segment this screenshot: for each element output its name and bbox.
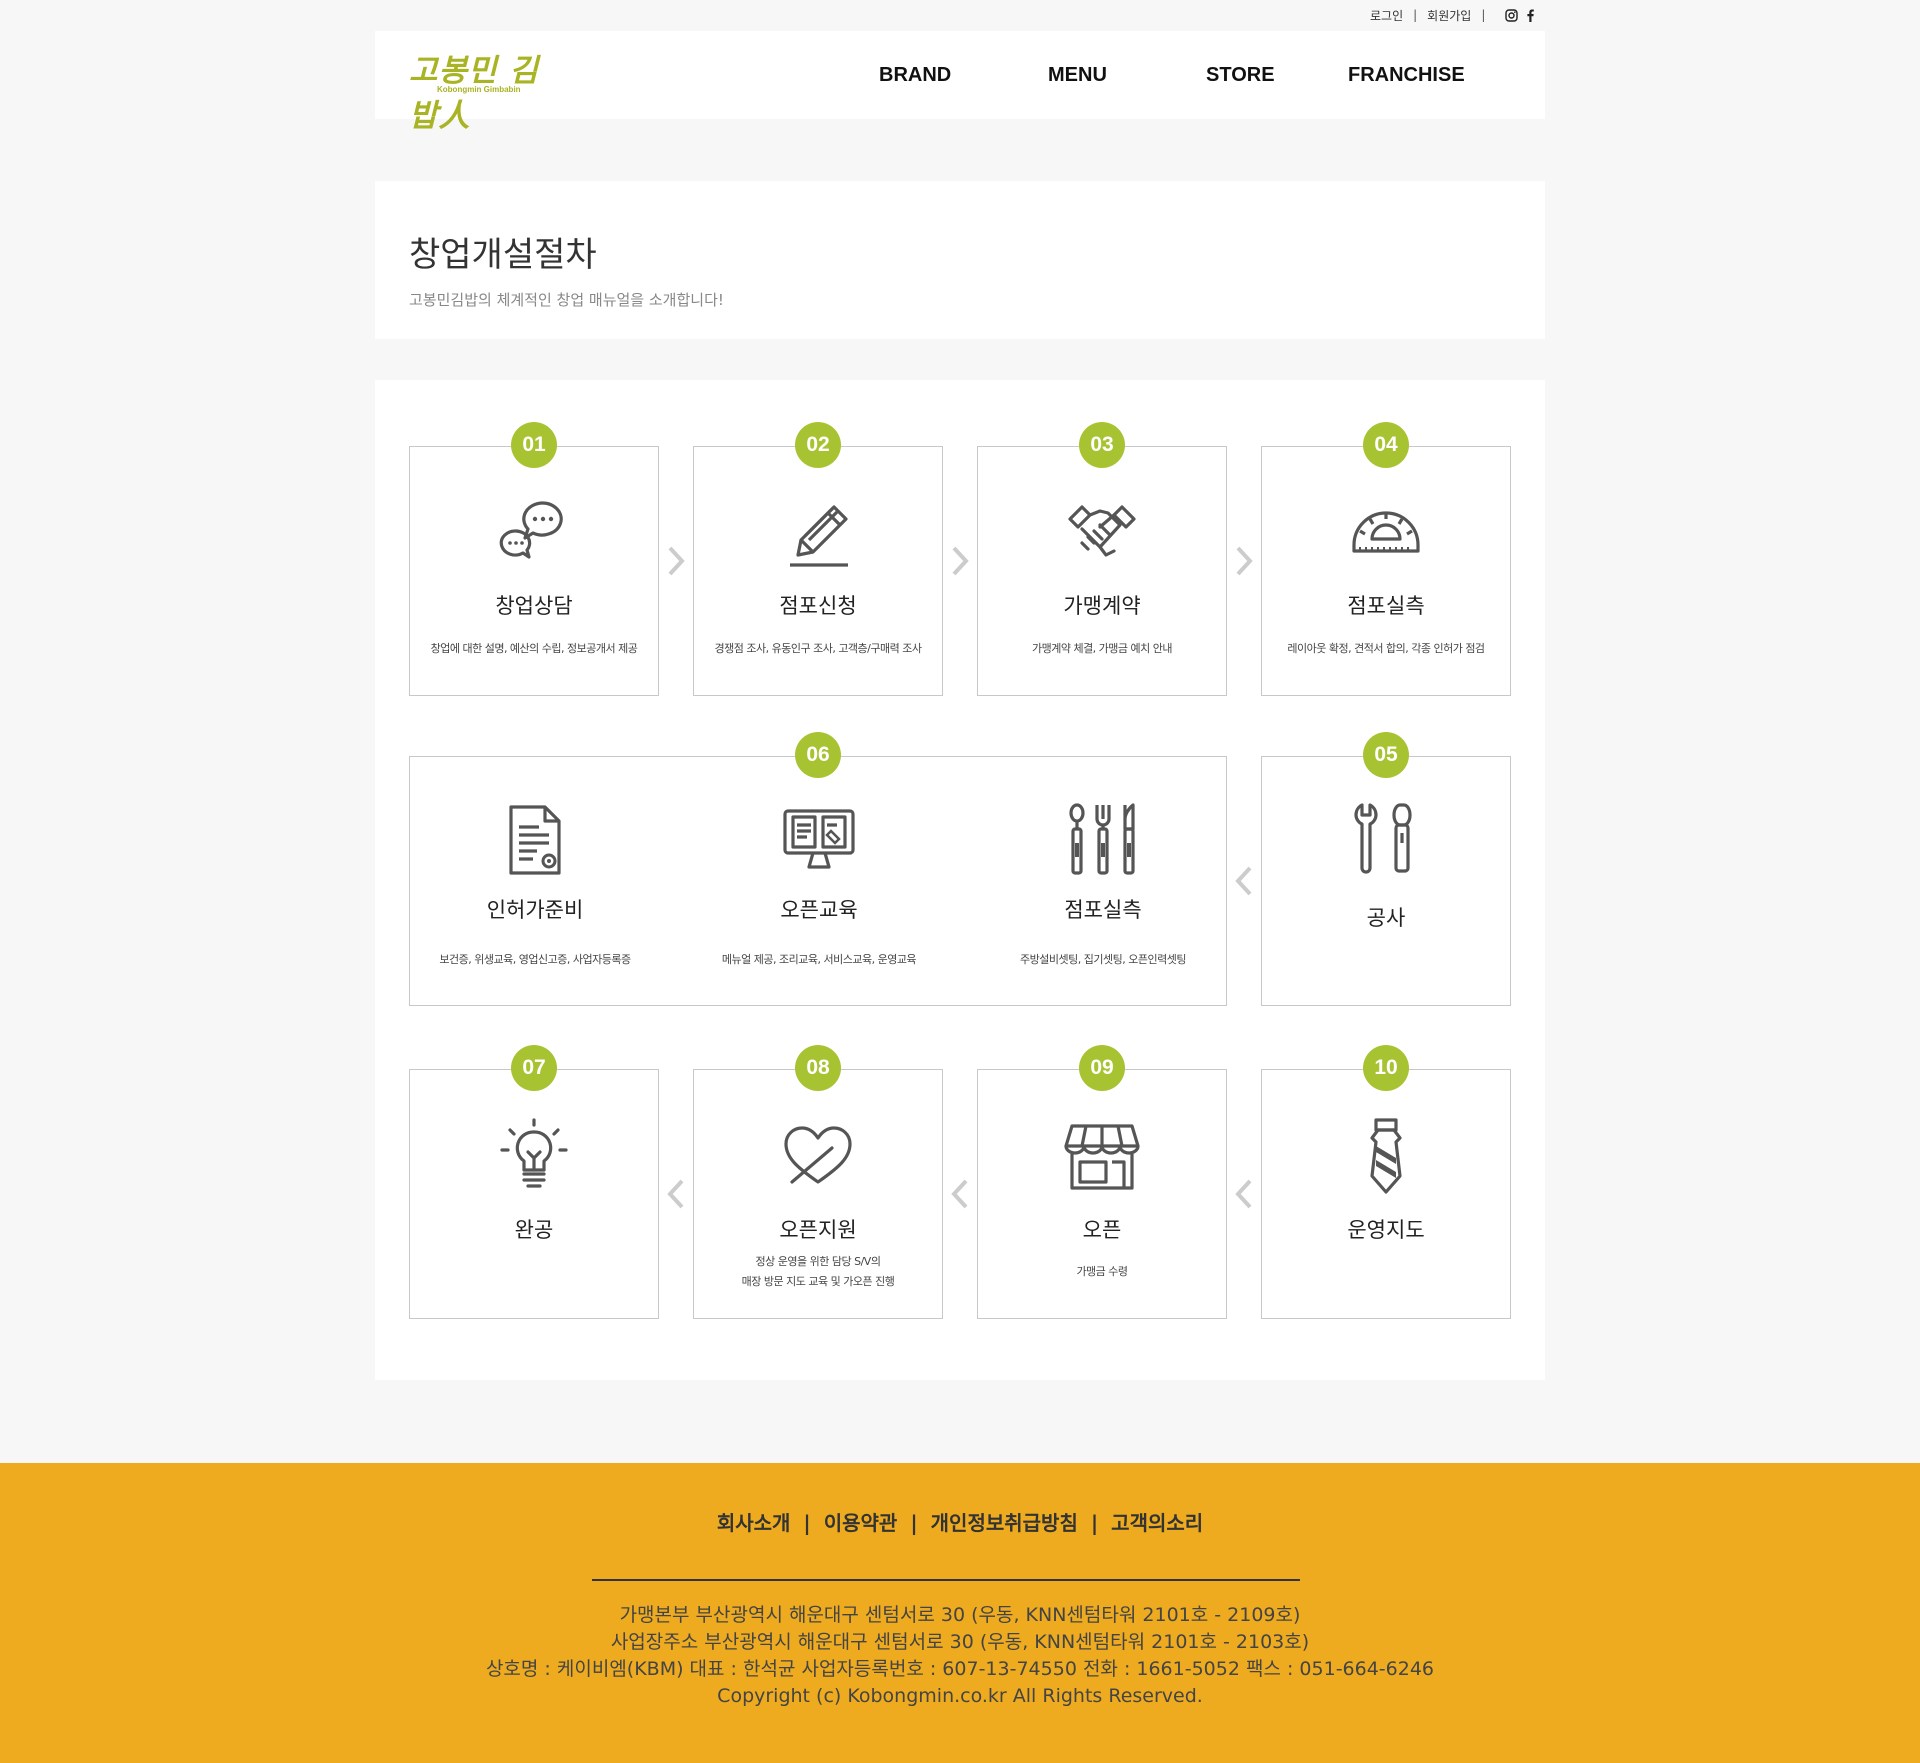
step-description: 경쟁점 조사, 유동인구 조사, 고객층/구매력 조사 [714,642,922,655]
site-footer: 회사소개 | 이용약관 | 개인정보취급방침 | 고객의소리 가맹본부 부산광역시 해운대구… [0,1463,1920,1763]
protractor-icon [1352,511,1420,553]
manual-screen-icon [783,809,855,869]
pencil-icon [790,505,848,567]
footer-link-terms[interactable]: 이용약관 [824,1511,898,1535]
page-subtitle: 고봉민김밥의 체계적인 창업 매뉴얼을 소개합니다! [409,291,724,309]
chat-bubbles-icon [499,501,563,559]
step-description: 매장 방문 지도 교육 및 가오픈 진행 [741,1275,895,1288]
storefront-icon [1064,1124,1140,1190]
chevron-left-icon [951,1179,968,1209]
step-description: 창업에 대한 설명, 예산의 수립, 정보공개서 제공 [430,642,638,655]
logo-english: Kobongmin Gimbabin [437,85,521,94]
step-description: 가맹금 수령 [1076,1265,1128,1278]
step-title: 창업상담 [495,594,573,618]
step-title: 오픈 [1082,1218,1122,1242]
kitchen-utensils-icon [1069,803,1135,875]
document-gear-icon [509,805,561,875]
facebook-icon[interactable] [1526,9,1535,22]
step-card-07: 완공 [409,1069,659,1319]
footer-business-address: 사업장주소 부산광역시 해운대구 센텀서로 30 (우동, KNN센텀타워 21… [610,1631,1310,1653]
site-header: 고봉민 김밥人 Kobongmin Gimbabin BRAND MENU ST… [375,31,1545,134]
separator: | [1481,8,1486,22]
step-description: 정상 운영을 위한 담당 S/V의 [755,1255,881,1268]
step-description: 메뉴얼 제공, 조리교육, 서비스교육, 운영교육 [721,953,917,966]
step-number-badge: 10 [1363,1045,1409,1091]
sub-step: 점포실측 주방설비셋팅, 집기셋팅, 오픈인력셋팅 [978,757,1228,1005]
tools-icon [1354,803,1412,874]
footer-links: 회사소개 | 이용약관 | 개인정보취급방침 | 고객의소리 [0,1507,1920,1536]
page-intro: 창업개설절차 고봉민김밥의 체계적인 창업 매뉴얼을 소개합니다! [375,181,1545,339]
step-description: 주방설비셋팅, 집기셋팅, 오픈인력셋팅 [1020,953,1186,966]
sub-step: 오픈교육 메뉴얼 제공, 조리교육, 서비스교육, 운영교육 [694,757,944,1005]
footer-business-details: 상호명 : 케이비엠(KBM) 대표 : 한석균 사업자등록번호 : 607-1… [485,1658,1435,1680]
step-card-09: 오픈 가맹금 수령 [977,1069,1227,1319]
handshake-icon [1068,505,1136,557]
separator: | [1413,8,1418,22]
footer-link-voice[interactable]: 고객의소리 [1111,1511,1203,1535]
necktie-icon [1370,1118,1402,1194]
footer-company-info: 가맹본부 부산광역시 해운대구 센텀서로 30 (우동, KNN센텀타워 210… [0,1602,1920,1710]
step-card-04: 점포실측 레이아웃 확정, 견적서 합의, 각종 인허가 점검 [1261,446,1511,696]
step-title: 인허가준비 [486,898,584,922]
footer-link-privacy[interactable]: 개인정보취급방침 [931,1511,1078,1535]
step-card-06: 인허가준비 보건증, 위생교육, 영업신고증, 사업자등록증 오픈교육 메뉴얼 … [409,756,1227,1006]
nav-menu[interactable]: MENU [1048,64,1107,87]
signup-link[interactable]: 회원가입 [1427,7,1471,24]
footer-divider [592,1579,1300,1581]
chevron-left-icon [1235,1179,1252,1209]
step-description: 레이아웃 확정, 견적서 합의, 각종 인허가 점검 [1287,642,1485,655]
chevron-left-icon [1235,866,1252,896]
step-card-08: 오픈지원 정상 운영을 위한 담당 S/V의 매장 방문 지도 교육 및 가오픈… [693,1069,943,1319]
step-title: 완공 [514,1218,554,1242]
instagram-icon[interactable] [1505,8,1519,22]
footer-hq-address: 가맹본부 부산광역시 해운대구 센텀서로 30 (우동, KNN센텀타워 210… [619,1604,1301,1626]
step-title: 운영지도 [1347,1218,1425,1242]
step-card-03: 가맹계약 가맹계약 체결, 가맹금 예치 안내 [977,446,1227,696]
step-number-badge: 05 [1363,732,1409,778]
separator: | [803,1511,811,1535]
step-number-badge: 06 [795,732,841,778]
step-number-badge: 09 [1079,1045,1125,1091]
step-card-01: 창업상담 창업에 대한 설명, 예산의 수립, 정보공개서 제공 [409,446,659,696]
chevron-right-icon [952,546,969,576]
footer-copyright: Copyright (c) Kobongmin.co.kr All Rights… [717,1685,1203,1707]
chevron-right-icon [1236,546,1253,576]
brand-logo[interactable]: 고봉민 김밥人 Kobongmin Gimbabin [409,45,559,134]
separator: | [910,1511,918,1535]
nav-store[interactable]: STORE [1206,64,1275,87]
step-title: 점포신청 [779,594,857,618]
step-card-02: 점포신청 경쟁점 조사, 유동인구 조사, 고객층/구매력 조사 [693,446,943,696]
page-title: 창업개설절차 [409,235,597,275]
lightbulb-icon [500,1118,568,1188]
nav-franchise[interactable]: FRANCHISE [1348,64,1465,87]
step-number-badge: 08 [795,1045,841,1091]
step-number-badge: 04 [1363,422,1409,468]
chevron-right-icon [668,546,685,576]
step-description: 보건증, 위생교육, 영업신고증, 사업자등록증 [439,953,631,966]
footer-link-company[interactable]: 회사소개 [717,1511,791,1535]
step-title: 오픈지원 [779,1218,857,1242]
separator: | [1090,1511,1099,1535]
step-title: 점포실측 [1347,594,1425,618]
step-card-10: 운영지도 [1261,1069,1511,1319]
step-title: 공사 [1366,906,1406,930]
step-description: 가맹계약 체결, 가맹금 예치 안내 [1031,642,1173,655]
heart-icon [784,1126,852,1184]
step-number-badge: 01 [511,422,557,468]
step-title: 점포실측 [1064,898,1142,922]
chevron-left-icon [667,1179,684,1209]
step-number-badge: 02 [795,422,841,468]
sns-links [1505,8,1535,22]
process-steps: 창업상담 창업에 대한 설명, 예산의 수립, 정보공개서 제공 01 점포신청… [375,380,1545,1380]
sub-step: 인허가준비 보건증, 위생교육, 영업신고증, 사업자등록증 [410,757,660,1005]
top-utility-bar: 로그인 | 회원가입 | [1370,6,1535,24]
step-title: 가맹계약 [1063,594,1141,618]
step-number-badge: 03 [1079,422,1125,468]
step-number-badge: 07 [511,1045,557,1091]
step-title: 오픈교육 [780,898,858,922]
step-card-05: 공사 [1261,756,1511,1006]
login-link[interactable]: 로그인 [1370,7,1403,24]
nav-brand[interactable]: BRAND [879,64,951,87]
